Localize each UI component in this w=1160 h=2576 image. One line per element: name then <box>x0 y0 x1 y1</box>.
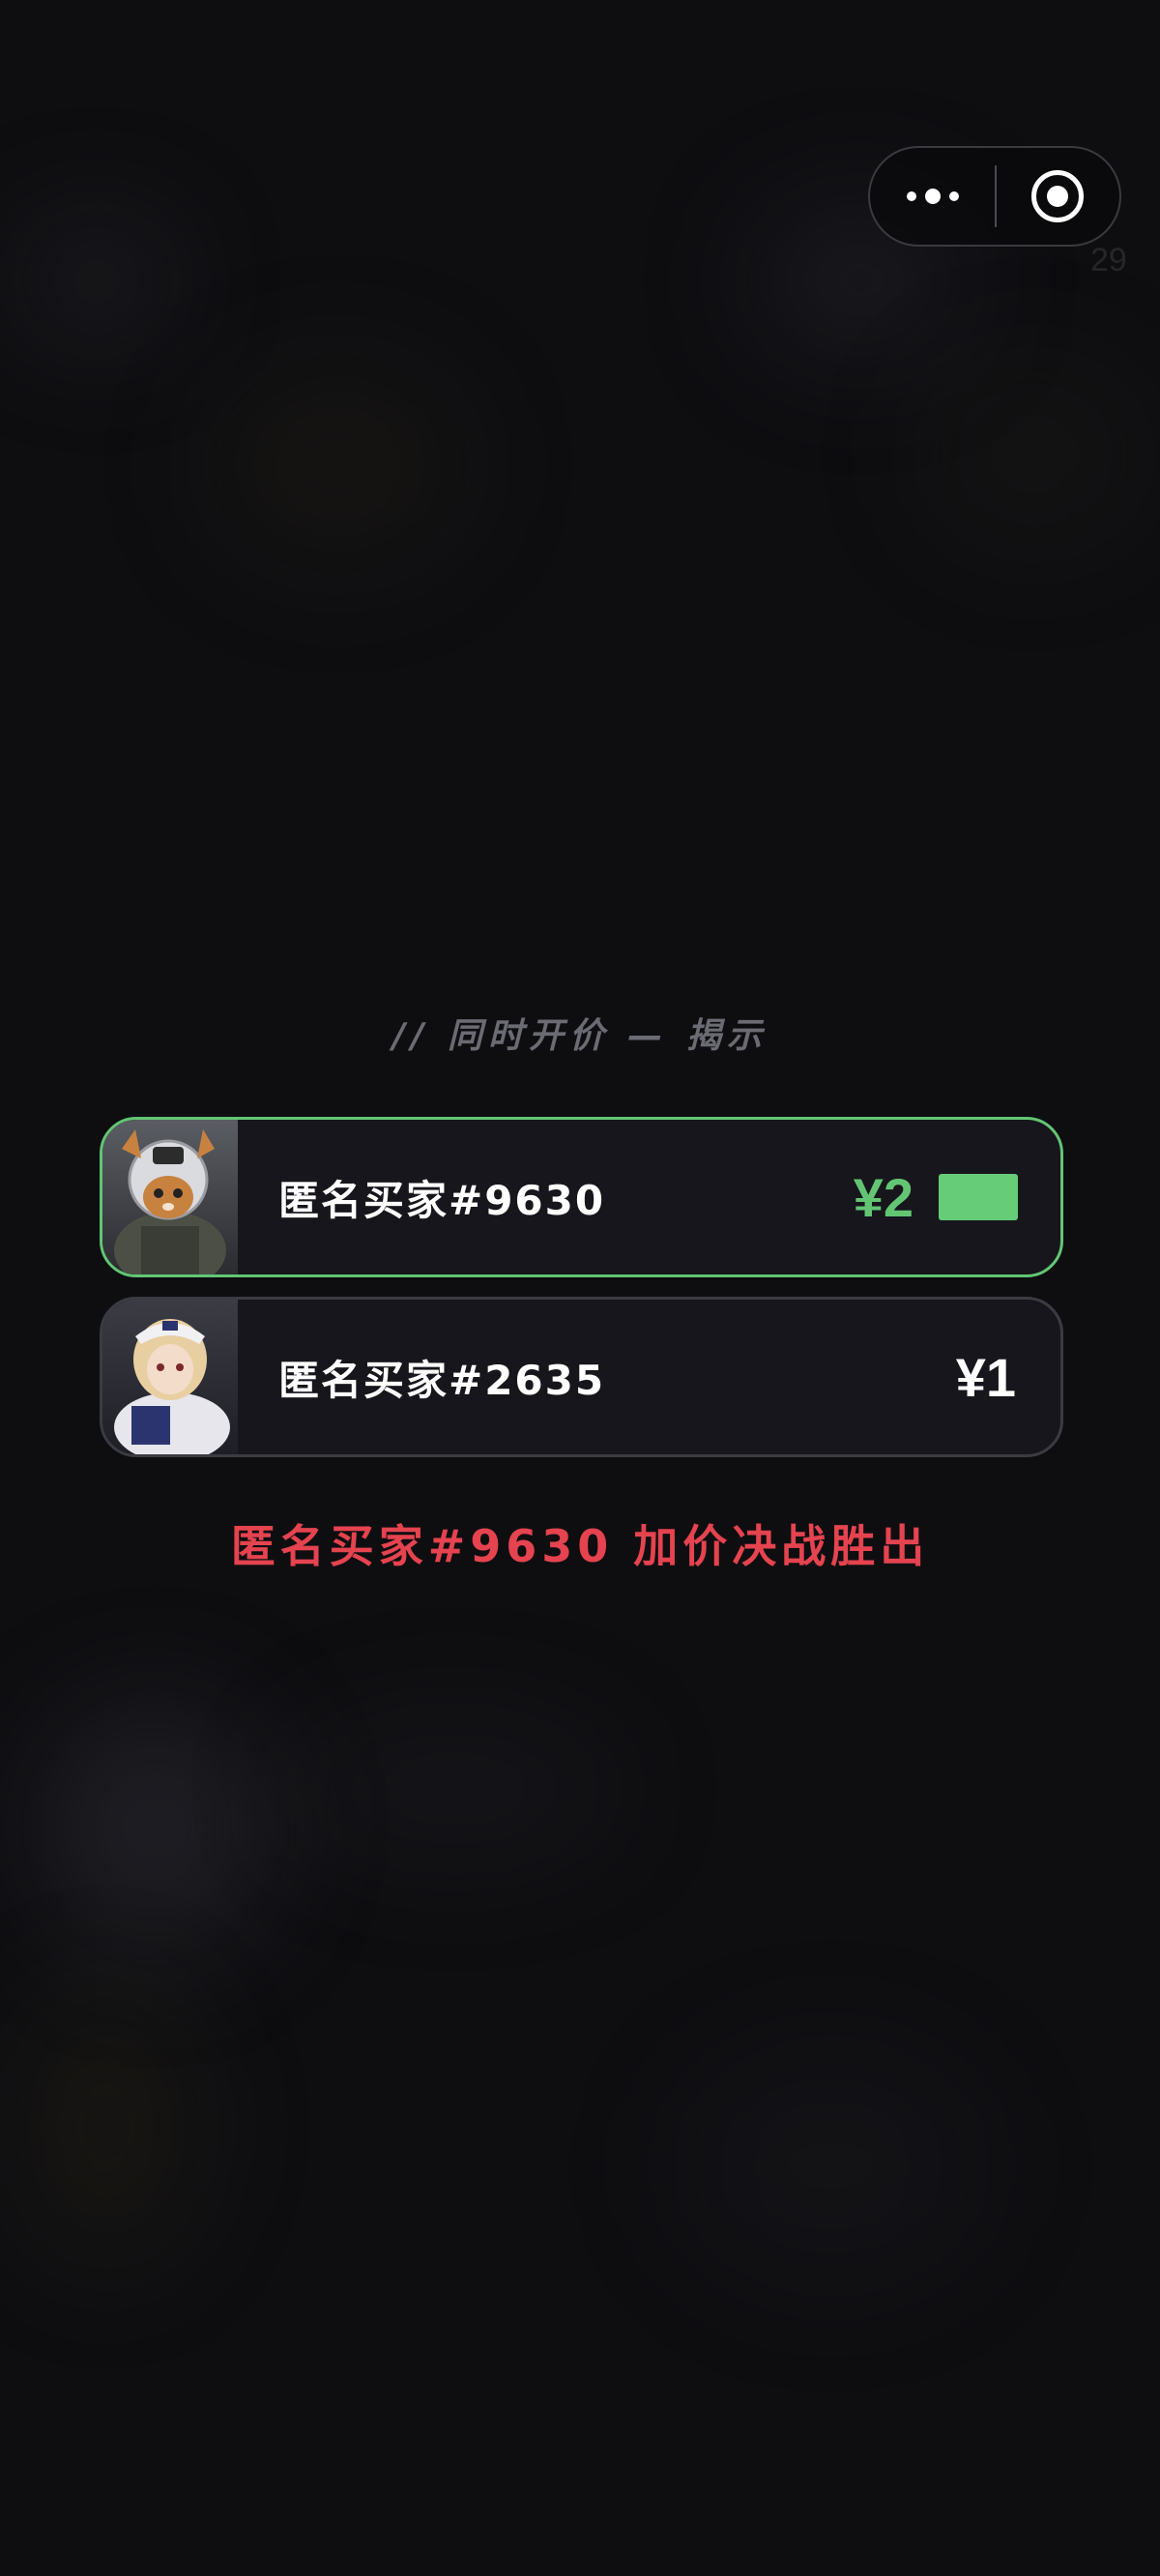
mini-program-capsule <box>868 146 1121 247</box>
background-number: 29 <box>1090 242 1127 278</box>
avatar <box>102 1300 238 1454</box>
background-blur <box>677 2050 986 2282</box>
bid-price: ¥1 <box>955 1346 1016 1408</box>
avatar-image <box>102 1120 238 1274</box>
bid-price: ¥2 <box>853 1166 914 1228</box>
auction-result: 匿名买家#9630 加价决战胜出 <box>230 1520 930 1572</box>
buyer-name: 匿名买家#2635 <box>278 1356 606 1404</box>
background-blur <box>213 367 464 561</box>
avatar-image <box>102 1300 238 1454</box>
avatar <box>102 1120 238 1274</box>
target-close-icon[interactable] <box>997 148 1119 245</box>
background-blur <box>19 222 174 338</box>
bid-card-winner[interactable]: 匿名买家#9630 ¥2 <box>100 1117 1063 1277</box>
more-dots-icon[interactable] <box>870 148 995 245</box>
bid-card-second[interactable]: 匿名买家#2635 ¥1 <box>100 1297 1063 1457</box>
section-title: // 同时开价 — 揭示 <box>392 1016 768 1056</box>
leading-indicator <box>939 1174 1018 1220</box>
buyer-name: 匿名买家#9630 <box>278 1176 606 1224</box>
background-blur <box>928 367 1141 542</box>
background-blur <box>290 1721 619 1857</box>
background-blur <box>19 1992 193 2263</box>
background-blur <box>39 1702 271 1953</box>
